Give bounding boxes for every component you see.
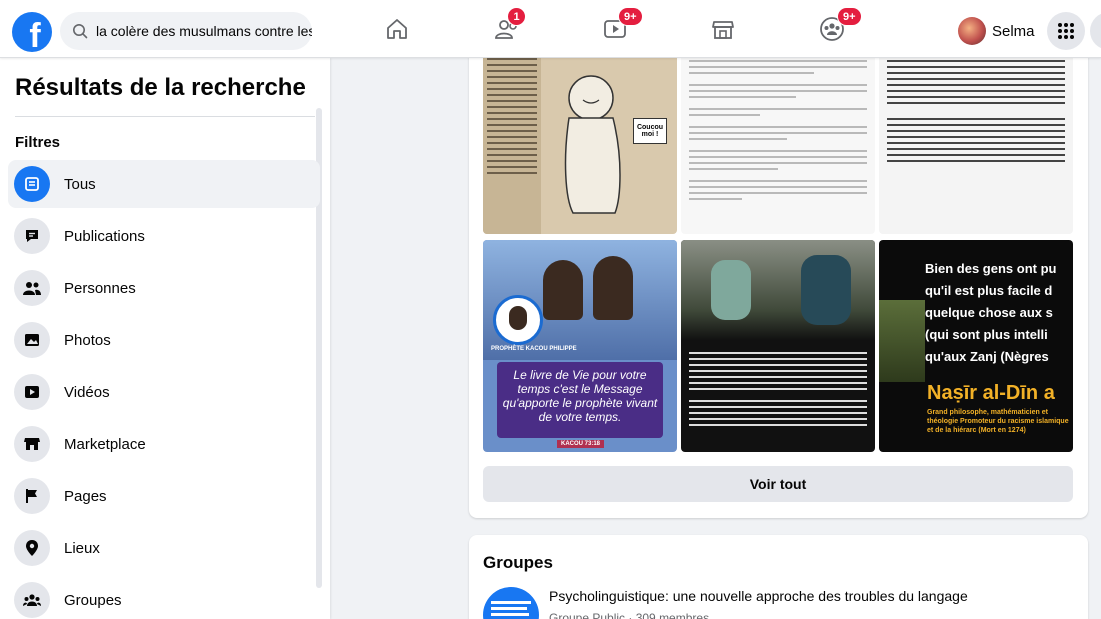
section-title: Groupes: [483, 553, 553, 572]
location-pin-icon: [14, 530, 50, 566]
photo-tile-dark-text[interactable]: [681, 240, 875, 452]
avatar: [958, 17, 986, 45]
seated-figure: [801, 255, 851, 325]
search-sidebar: Résultats de la recherche Filtres Tous P…: [0, 58, 330, 619]
home-nav-button[interactable]: [380, 12, 414, 46]
sidebar-item-label: Personnes: [64, 279, 136, 297]
feed-icon: [14, 166, 50, 202]
sidebar-item-label: Vidéos: [64, 383, 110, 401]
photos-results-card: Coucou moi ! PROPHÈTE KACOU PHILIPPE Le …: [469, 48, 1088, 518]
groups-badge: 9+: [837, 7, 862, 26]
shop-icon: [14, 426, 50, 462]
illustration-figure: [879, 300, 925, 382]
person-silhouette: [593, 256, 633, 320]
seated-figure: [711, 260, 751, 320]
photo-tile-nasir-al-din[interactable]: Bien des gens ont pu qu'il est plus faci…: [879, 240, 1073, 452]
search-input[interactable]: [96, 23, 312, 39]
group-meta: Groupe Public · 309 membres: [549, 611, 710, 619]
shop-icon: [712, 21, 734, 39]
facebook-logo[interactable]: f: [12, 12, 52, 52]
sidebar-item-label: Lieux: [64, 539, 100, 557]
grid-menu-icon: [1058, 23, 1074, 39]
page-title: Résultats de la recherche: [15, 74, 306, 101]
watch-badge: 9+: [618, 7, 643, 26]
tile-name: Naṣīr al-Dīn a: [927, 382, 1055, 404]
top-navigation-bar: f 1 9+: [0, 0, 1101, 58]
search-box[interactable]: [60, 12, 312, 50]
tile-subtitle: Grand philosophe, mathématicien et théol…: [927, 409, 1069, 434]
sidebar-item-label: Publications: [64, 227, 145, 245]
photo-tile-arabic-text[interactable]: [879, 48, 1073, 234]
photo-icon: [14, 322, 50, 358]
speech-bubble: Coucou moi !: [633, 118, 667, 144]
dark-text-lines: [689, 352, 867, 430]
home-icon: [387, 19, 407, 39]
sidebar-item-tous[interactable]: Tous: [8, 160, 320, 208]
sidebar-item-lieux[interactable]: Lieux: [8, 524, 320, 572]
people-icon: [14, 270, 50, 306]
photo-tile-document[interactable]: [681, 48, 875, 234]
prophet-portrait: [493, 295, 543, 345]
marketplace-nav-button[interactable]: [706, 12, 740, 46]
groups-results-card: Groupes Psycholinguistique: une nouvelle…: [469, 535, 1088, 619]
newspaper-text: [487, 58, 537, 178]
sidebar-item-videos[interactable]: Vidéos: [8, 368, 320, 416]
group-name-link[interactable]: Psycholinguistique: une nouvelle approch…: [549, 588, 968, 604]
tile-headline: Bien des gens ont pu qu'il est plus faci…: [925, 261, 1057, 364]
play-icon: [14, 374, 50, 410]
sidebar-item-label: Tous: [64, 175, 96, 193]
search-icon: [73, 24, 88, 39]
quote-reference: KACOU 73:18: [557, 440, 605, 448]
divider: [15, 116, 315, 117]
chat-bubble-icon: [14, 218, 50, 254]
sidebar-item-label: Pages: [64, 487, 107, 505]
messenger-button[interactable]: [1090, 12, 1101, 50]
arabic-text-lines: [887, 60, 1065, 166]
sidebar-item-photos[interactable]: Photos: [8, 316, 320, 364]
cartoon-figure: [564, 75, 621, 214]
sidebar-item-personnes[interactable]: Personnes: [8, 264, 320, 312]
friends-badge: 1: [507, 7, 526, 26]
friends-nav-button[interactable]: 1: [490, 7, 526, 46]
watch-nav-button[interactable]: 9+: [598, 7, 643, 46]
photo-tile-prophet[interactable]: PROPHÈTE KACOU PHILIPPE Le livre de Vie …: [483, 240, 677, 452]
sidebar-item-groupes[interactable]: Groupes: [8, 576, 320, 619]
sidebar-item-pages[interactable]: Pages: [8, 472, 320, 520]
see-all-button[interactable]: Voir tout: [483, 466, 1073, 502]
group-avatar[interactable]: [483, 587, 539, 619]
document-text: [689, 60, 867, 204]
sidebar-item-label: Photos: [64, 331, 111, 349]
groups-icon: [14, 582, 50, 618]
sidebar-item-marketplace[interactable]: Marketplace: [8, 420, 320, 468]
caption-top: PROPHÈTE KACOU PHILIPPE: [491, 346, 577, 352]
sidebar-item-label: Groupes: [64, 591, 122, 609]
filters-heading: Filtres: [15, 134, 61, 151]
menu-button[interactable]: [1047, 12, 1085, 50]
person-silhouette: [543, 260, 583, 320]
photo-tile-cartoon[interactable]: Coucou moi !: [483, 48, 677, 234]
prophet-quote: Le livre de Vie pour votre temps c'est l…: [497, 362, 663, 438]
sidebar-item-label: Marketplace: [64, 435, 146, 453]
flag-icon: [14, 478, 50, 514]
profile-name: Selma: [992, 22, 1035, 40]
sidebar-item-publications[interactable]: Publications: [8, 212, 320, 260]
groups-nav-button[interactable]: 9+: [815, 7, 862, 46]
profile-button[interactable]: Selma: [954, 13, 1045, 49]
